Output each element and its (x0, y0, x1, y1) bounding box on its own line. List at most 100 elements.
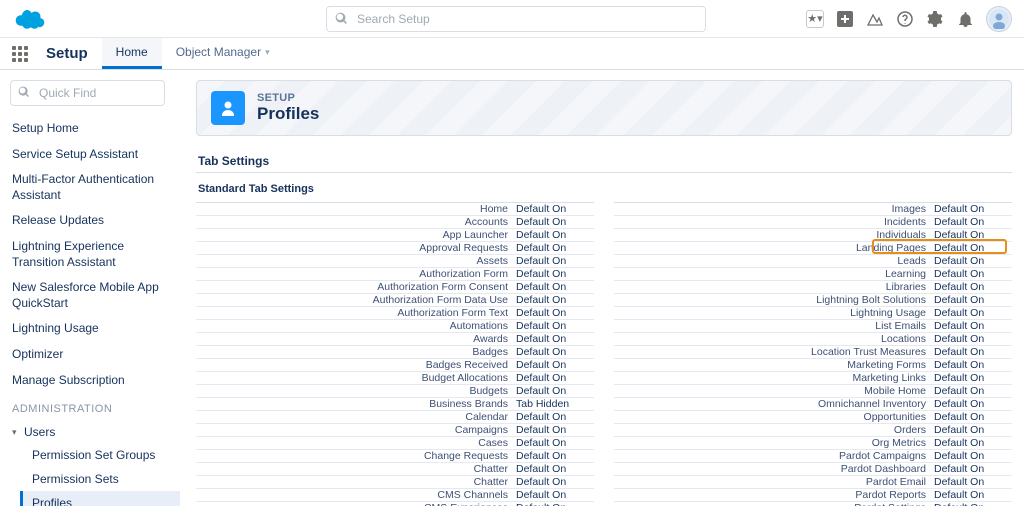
tree-child-permission-set-groups[interactable]: Permission Set Groups (26, 443, 180, 467)
tab-value: Default On (516, 437, 594, 449)
tab-row: OrdersDefault On (614, 423, 1012, 436)
tab-value: Default On (516, 255, 594, 267)
sidebar-link[interactable]: Setup Home (10, 116, 180, 142)
tree-users-label: Users (24, 425, 55, 439)
tab-label: Assets (196, 255, 516, 267)
tab-row: Authorization Form Data UseDefault On (196, 293, 594, 306)
tab-label: Omnichannel Inventory (614, 398, 934, 410)
global-search-wrap (326, 6, 706, 32)
tree-child-profiles[interactable]: Profiles (20, 491, 180, 506)
tab-value: Default On (934, 463, 1012, 475)
tree-child-permission-sets[interactable]: Permission Sets (26, 467, 180, 491)
tab-row: AccountsDefault On (196, 215, 594, 228)
quick-find-input[interactable] (10, 80, 165, 106)
tab-home[interactable]: Home (102, 38, 162, 69)
sidebar-link[interactable]: Optimizer (10, 342, 180, 368)
tab-label: Budget Allocations (196, 372, 516, 384)
global-search-input[interactable] (326, 6, 706, 32)
tab-row: Authorization FormDefault On (196, 267, 594, 280)
section-tab-settings: Tab Settings (196, 150, 1012, 173)
tab-label: Pardot Reports (614, 489, 934, 501)
favorites-button[interactable]: ★▾ (806, 10, 824, 28)
tab-label: Authorization Form Data Use (196, 294, 516, 306)
sidebar-link[interactable]: Lightning Usage (10, 316, 180, 342)
tab-label: Images (614, 203, 934, 215)
tab-row: ChatterDefault On (196, 475, 594, 488)
app-launcher-icon[interactable] (8, 38, 32, 69)
tab-row: OpportunitiesDefault On (614, 410, 1012, 423)
tab-value: Default On (934, 320, 1012, 332)
tab-label: Chatter (196, 476, 516, 488)
sidebar-link[interactable]: Multi-Factor Authentication Assistant (10, 167, 180, 208)
tab-value: Default On (934, 255, 1012, 267)
setup-sidebar: Setup HomeService Setup AssistantMulti-F… (0, 70, 190, 506)
tab-row: CMS ChannelsDefault On (196, 488, 594, 501)
tab-row: CampaignsDefault On (196, 423, 594, 436)
tab-value: Default On (934, 398, 1012, 410)
sidebar-link[interactable]: Service Setup Assistant (10, 142, 180, 168)
tab-row: Marketing LinksDefault On (614, 371, 1012, 384)
tab-row: App LauncherDefault On (196, 228, 594, 241)
tab-row: Lightning UsageDefault On (614, 306, 1012, 319)
page-eyebrow: SETUP (257, 92, 319, 104)
tab-value: Default On (934, 502, 1012, 506)
tab-label: List Emails (614, 320, 934, 332)
tab-label: Learning (614, 268, 934, 280)
tab-value: Default On (516, 229, 594, 241)
tab-label: Pardot Settings (614, 502, 934, 506)
tab-object-manager[interactable]: Object Manager ▾ (162, 38, 284, 69)
content-area: SETUP Profiles Tab Settings Standard Tab… (190, 70, 1024, 506)
tab-row: LeadsDefault On (614, 254, 1012, 267)
sidebar-link[interactable]: New Salesforce Mobile App QuickStart (10, 275, 180, 316)
add-icon[interactable] (836, 10, 854, 28)
tab-label: Authorization Form Consent (196, 281, 516, 293)
tab-value: Default On (934, 229, 1012, 241)
trailhead-icon[interactable] (866, 10, 884, 28)
sidebar-link[interactable]: Release Updates (10, 208, 180, 234)
tab-label: Badges (196, 346, 516, 358)
tab-object-manager-label: Object Manager (176, 45, 261, 59)
tab-row: ImagesDefault On (614, 202, 1012, 215)
tab-value: Default On (934, 333, 1012, 345)
tab-value: Default On (934, 242, 1012, 254)
help-icon[interactable] (896, 10, 914, 28)
chevron-down-icon: ▾ (12, 427, 24, 438)
sidebar-link[interactable]: Manage Subscription (10, 368, 180, 394)
tab-row: IncidentsDefault On (614, 215, 1012, 228)
tab-value: Default On (934, 203, 1012, 215)
tab-row: AssetsDefault On (196, 254, 594, 267)
tab-value: Default On (516, 281, 594, 293)
app-nav: Setup Home Object Manager ▾ (0, 38, 1024, 70)
gear-icon[interactable] (926, 10, 944, 28)
tab-value: Default On (934, 424, 1012, 436)
tab-row: AutomationsDefault On (196, 319, 594, 332)
tab-value: Default On (516, 372, 594, 384)
bell-icon[interactable] (956, 10, 974, 28)
tab-label: CMS Experiences (196, 502, 516, 506)
profiles-icon (211, 91, 245, 125)
tab-row: IndividualsDefault On (614, 228, 1012, 241)
tab-label: CMS Channels (196, 489, 516, 501)
tab-label: Authorization Form (196, 268, 516, 280)
tab-label: Approval Requests (196, 242, 516, 254)
tab-value: Default On (934, 346, 1012, 358)
tab-row: Location Trust MeasuresDefault On (614, 345, 1012, 358)
tab-row: Authorization Form ConsentDefault On (196, 280, 594, 293)
tab-row: LearningDefault On (614, 267, 1012, 280)
tab-label: Marketing Forms (614, 359, 934, 371)
tab-label: Campaigns (196, 424, 516, 436)
tab-value: Default On (516, 463, 594, 475)
tab-row: Approval RequestsDefault On (196, 241, 594, 254)
page-title: Profiles (257, 104, 319, 124)
tab-row: HomeDefault On (196, 202, 594, 215)
tab-label: Marketing Links (614, 372, 934, 384)
tab-row: LibrariesDefault On (614, 280, 1012, 293)
tab-label: Business Brands (196, 398, 516, 410)
tab-row: Pardot DashboardDefault On (614, 462, 1012, 475)
salesforce-logo[interactable] (12, 7, 48, 31)
tab-value: Default On (934, 372, 1012, 384)
sidebar-link[interactable]: Lightning Experience Transition Assistan… (10, 234, 180, 275)
tree-users[interactable]: ▾ Users (10, 421, 180, 443)
user-avatar[interactable] (986, 6, 1012, 32)
tab-label: Home (196, 203, 516, 215)
